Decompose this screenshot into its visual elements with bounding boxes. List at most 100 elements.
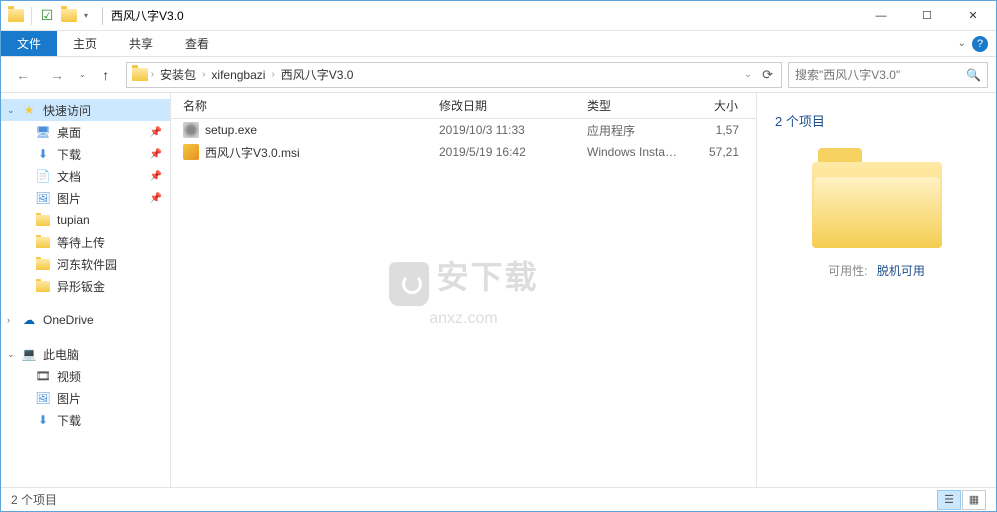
file-row[interactable]: 西风八字V3.0.msi 2019/5/19 16:42 Windows Ins… — [171, 141, 756, 163]
breadcrumb-item[interactable]: xifengbazi — [207, 63, 269, 87]
chevron-down-icon[interactable]: ⌄ — [7, 105, 15, 116]
navigation-pane[interactable]: ⌄ ★ 快速访问 🖥桌面📌 ⬇下载📌 📄文档📌 🖼图片📌 tupian 等待上传… — [1, 93, 171, 487]
window-controls: — ☐ ✕ — [858, 1, 996, 31]
sidebar-item-label: 图片 — [57, 190, 81, 207]
history-dropdown-icon[interactable]: ⌄ — [79, 70, 86, 79]
pc-icon: 💻 — [21, 346, 37, 362]
new-folder-icon[interactable] — [60, 7, 78, 25]
pin-icon: 📌 — [150, 127, 162, 138]
column-size[interactable]: 大小 — [687, 97, 747, 114]
app-folder-icon[interactable] — [7, 7, 25, 25]
address-dropdown-icon[interactable]: ⌄ — [742, 69, 754, 80]
picture-icon: 🖼 — [35, 390, 51, 406]
ribbon-expand-icon[interactable]: ⌄ — [958, 38, 966, 49]
maximize-button[interactable]: ☐ — [904, 1, 950, 31]
folder-preview-icon — [812, 148, 942, 248]
video-icon: 🎞 — [35, 368, 51, 384]
sidebar-quick-access[interactable]: ⌄ ★ 快速访问 — [1, 99, 170, 121]
file-row[interactable]: setup.exe 2019/10/3 11:33 应用程序 1,57 — [171, 119, 756, 141]
up-button[interactable]: ↑ — [92, 61, 120, 89]
sidebar-item-downloads[interactable]: ⬇下载📌 — [1, 143, 170, 165]
download-icon: ⬇ — [35, 412, 51, 428]
sidebar-item-documents[interactable]: 📄 文档 📌 — [1, 165, 170, 187]
refresh-icon[interactable]: ⟳ — [758, 67, 777, 83]
sidebar-item-folder[interactable]: tupian — [1, 209, 170, 231]
sidebar-item-videos[interactable]: 🎞视频 — [1, 365, 170, 387]
navigation-bar: ← → ⌄ ↑ › 安装包 › xifengbazi › 西风八字V3.0 ⌄ … — [1, 57, 996, 93]
tab-share[interactable]: 共享 — [113, 31, 169, 56]
search-box[interactable]: 🔍 — [788, 62, 988, 88]
address-folder-icon — [131, 66, 149, 84]
pin-icon: 📌 — [150, 149, 162, 160]
column-headers: 名称 修改日期 类型 大小 — [171, 93, 756, 119]
sidebar-item-label: 文档 — [57, 168, 81, 185]
folder-icon — [35, 212, 51, 228]
sidebar-item-label: 此电脑 — [43, 346, 79, 363]
breadcrumb-item[interactable]: 西风八字V3.0 — [277, 63, 358, 87]
search-input[interactable] — [795, 68, 966, 82]
download-icon: ⬇ — [35, 146, 51, 162]
qat-dropdown-icon[interactable]: ▾ — [84, 11, 88, 20]
properties-icon[interactable]: ☑ — [38, 7, 56, 25]
file-size: 57,21 — [687, 145, 747, 159]
exe-icon — [183, 122, 199, 138]
folder-icon — [35, 256, 51, 272]
column-date[interactable]: 修改日期 — [431, 97, 579, 114]
close-button[interactable]: ✕ — [950, 1, 996, 31]
status-text: 2 个项目 — [11, 491, 57, 508]
chevron-down-icon[interactable]: ⌄ — [7, 349, 15, 360]
breadcrumb-item[interactable]: 安装包 — [156, 63, 200, 87]
sidebar-item-label: 下载 — [57, 412, 81, 429]
chevron-right-icon[interactable]: › — [200, 69, 207, 80]
availability-value: 脱机可用 — [877, 264, 925, 278]
sidebar-item-folder[interactable]: 河东软件园 — [1, 253, 170, 275]
sidebar-item-desktop[interactable]: 🖥 桌面 📌 — [1, 121, 170, 143]
sidebar-item-label: 河东软件园 — [57, 256, 117, 273]
availability-label: 可用性: — [828, 264, 867, 278]
minimize-button[interactable]: — — [858, 1, 904, 31]
sidebar-onedrive[interactable]: ›☁OneDrive — [1, 309, 170, 331]
sidebar-this-pc[interactable]: ⌄ 💻 此电脑 — [1, 343, 170, 365]
sidebar-item-label: tupian — [57, 213, 90, 227]
sidebar-item-folder[interactable]: 异形钣金 — [1, 275, 170, 297]
tab-file[interactable]: 文件 — [1, 31, 57, 56]
sidebar-item-label: 桌面 — [57, 124, 81, 141]
title-bar: ☑ ▾ 西风八字V3.0 — ☐ ✕ — [1, 1, 996, 31]
forward-button[interactable]: → — [43, 61, 71, 89]
onedrive-icon: ☁ — [21, 312, 37, 328]
chevron-right-icon[interactable]: › — [7, 315, 10, 325]
sidebar-item-folder[interactable]: 等待上传 — [1, 231, 170, 253]
sidebar-item-pictures[interactable]: 🖼图片📌 — [1, 187, 170, 209]
sidebar-item-downloads[interactable]: ⬇ 下载 — [1, 409, 170, 431]
pin-icon: 📌 — [150, 193, 162, 204]
ribbon-tabs: 文件 主页 共享 查看 ⌄ ? — [1, 31, 996, 57]
document-icon: 📄 — [35, 168, 51, 184]
tab-home[interactable]: 主页 — [57, 31, 113, 56]
address-bar[interactable]: › 安装包 › xifengbazi › 西风八字V3.0 ⌄ ⟳ — [126, 62, 782, 88]
file-rows[interactable]: setup.exe 2019/10/3 11:33 应用程序 1,57 西风八字… — [171, 119, 756, 487]
chevron-right-icon[interactable]: › — [149, 69, 156, 80]
icons-view-button[interactable]: ▦ — [962, 490, 986, 510]
msi-icon — [183, 144, 199, 160]
desktop-icon: 🖥 — [35, 124, 51, 140]
back-button[interactable]: ← — [9, 61, 37, 89]
window-title: 西风八字V3.0 — [111, 7, 184, 24]
column-type[interactable]: 类型 — [579, 97, 687, 114]
search-icon[interactable]: 🔍 — [966, 68, 981, 82]
file-date: 2019/10/3 11:33 — [431, 123, 579, 137]
folder-icon — [35, 234, 51, 250]
file-type: Windows Install... — [579, 145, 687, 159]
quick-access-toolbar: ☑ ▾ — [1, 7, 94, 25]
sidebar-item-label: 异形钣金 — [57, 278, 105, 295]
sidebar-item-label: 图片 — [57, 390, 81, 407]
chevron-right-icon[interactable]: › — [269, 69, 276, 80]
content-area: ⌄ ★ 快速访问 🖥桌面📌 ⬇下载📌 📄文档📌 🖼图片📌 tupian 等待上传… — [1, 93, 996, 487]
pin-icon: 📌 — [150, 171, 162, 182]
sidebar-item-label: 快速访问 — [43, 102, 91, 119]
sidebar-item-pictures[interactable]: 🖼 图片 — [1, 387, 170, 409]
help-icon[interactable]: ? — [972, 36, 988, 52]
file-name: 西风八字V3.0.msi — [205, 144, 300, 161]
column-name[interactable]: 名称 — [171, 97, 431, 114]
details-view-button[interactable]: ☰ — [937, 490, 961, 510]
tab-view[interactable]: 查看 — [169, 31, 225, 56]
